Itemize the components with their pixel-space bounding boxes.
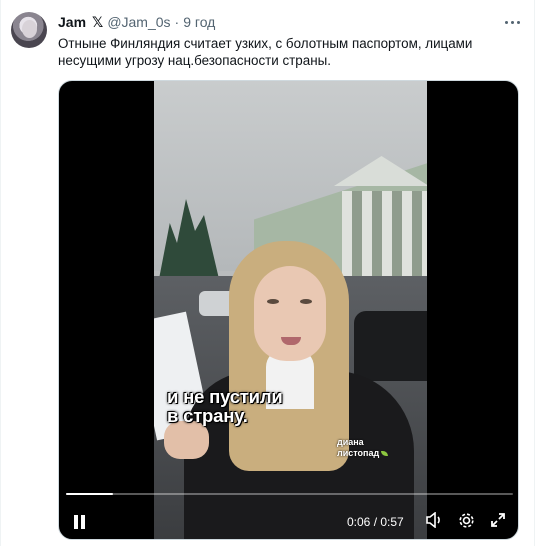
leaf-icon bbox=[381, 451, 389, 456]
x-logo-icon: 𝕏 bbox=[92, 13, 104, 30]
gear-icon[interactable] bbox=[456, 512, 476, 532]
tweet-timestamp[interactable]: 9 год bbox=[183, 14, 215, 30]
more-options-icon[interactable] bbox=[505, 13, 520, 31]
video-watermark: диана листопад bbox=[337, 437, 389, 459]
author-name[interactable]: Jam bbox=[58, 14, 86, 30]
pause-icon[interactable] bbox=[73, 515, 87, 529]
author-handle[interactable]: @Jam_0s bbox=[107, 14, 170, 30]
separator-dot: · bbox=[174, 14, 180, 30]
video-player[interactable]: и не пустили в страну. диана листопад 0:… bbox=[58, 80, 519, 540]
video-controls: 0:06 / 0:57 bbox=[59, 506, 518, 536]
video-scene-hand bbox=[164, 421, 209, 459]
volume-icon[interactable] bbox=[425, 511, 445, 532]
video-time: 0:06 / 0:57 bbox=[347, 515, 404, 529]
video-subtitle: и не пустили в страну. bbox=[167, 386, 283, 426]
video-scene-eye-right bbox=[300, 299, 312, 304]
video-scene-eye-left bbox=[267, 299, 279, 304]
video-frame[interactable] bbox=[154, 81, 427, 539]
video-progress-fill bbox=[66, 493, 113, 495]
avatar[interactable] bbox=[11, 12, 47, 48]
watermark-text: диана листопад bbox=[337, 437, 380, 458]
video-progress-bar[interactable] bbox=[66, 493, 513, 495]
tweet-text: Отныне Финляндия считает узких, с болотн… bbox=[58, 36, 473, 68]
video-scene-black-car bbox=[354, 311, 427, 381]
expand-icon[interactable] bbox=[488, 512, 508, 532]
tweet-header: Jam 𝕏 @Jam_0s · 9 год bbox=[58, 13, 215, 31]
avatar-face bbox=[22, 20, 37, 38]
tweet-card[interactable]: Jam 𝕏 @Jam_0s · 9 год Отныне Финляндия с… bbox=[0, 0, 535, 546]
video-scene-face bbox=[254, 266, 326, 361]
